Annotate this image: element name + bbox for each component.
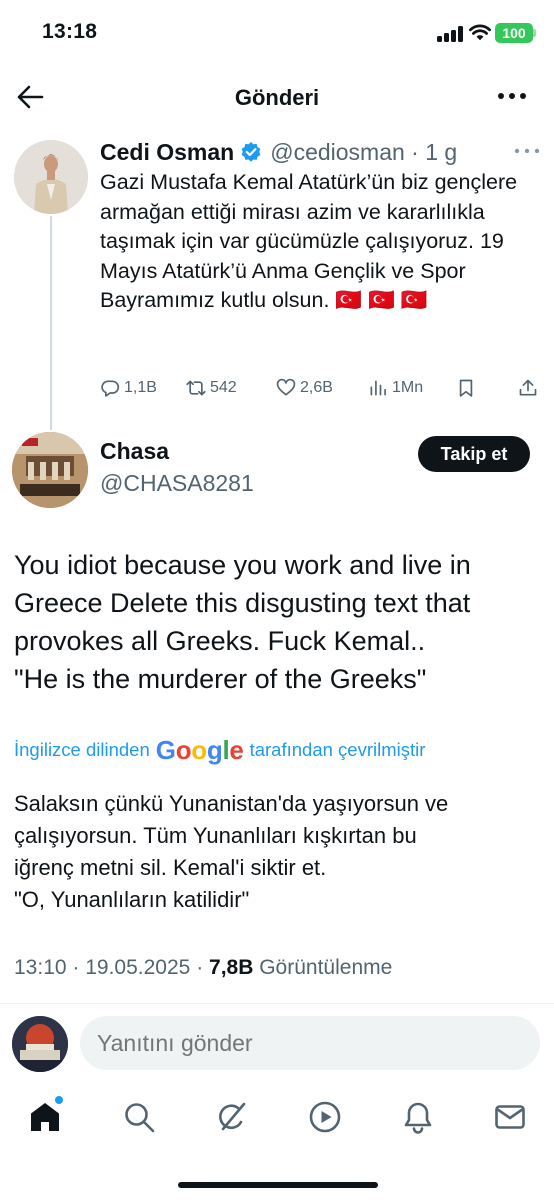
translated-text: Salaksın çünkü Yunanistan'da yaşıyorsun … (14, 788, 544, 916)
follow-button[interactable]: Takip et (418, 436, 530, 472)
current-user-avatar[interactable] (12, 1016, 68, 1072)
home-icon (31, 1103, 59, 1131)
tweet-header: Cedi Osman @cediosman · 1 g (100, 136, 457, 168)
top-nav: Gönderi (0, 66, 554, 128)
tweet-more-icon[interactable] (514, 146, 540, 156)
cellular-signal-icon (437, 26, 463, 42)
bottom-tab-bar (0, 1086, 554, 1150)
like-count: 2,6B (300, 379, 333, 396)
video-icon (309, 1101, 341, 1133)
bookmark-button[interactable] (456, 374, 480, 402)
search-icon (125, 1103, 155, 1133)
home-indicator (178, 1182, 378, 1188)
tab-messages[interactable] (493, 1100, 527, 1134)
share-icon (519, 379, 537, 396)
thread-connector (50, 216, 52, 430)
tweet-text: Gazi Mustafa Kemal Atatürk’ün biz gençle… (100, 170, 518, 312)
battery-indicator: 100 (495, 23, 533, 43)
author-handle[interactable]: @cediosman (270, 139, 405, 166)
reply-button[interactable]: 1,1B (100, 374, 157, 402)
page-title: Gönderi (234, 85, 320, 110)
views-count: 1Mn (392, 379, 424, 396)
reply-author-avatar[interactable] (12, 432, 88, 508)
views-chart-icon (370, 380, 386, 396)
heart-icon (276, 378, 296, 396)
retweet-icon (186, 380, 206, 396)
home-notification-dot (55, 1096, 63, 1104)
reply-author-name[interactable]: Chasa (100, 438, 169, 465)
translated-text-line: çalışıyorsun. Tüm Yunanlıları kışkırtan … (14, 823, 417, 848)
post-views-label: Görüntülenme (259, 956, 393, 979)
grok-icon (219, 1102, 246, 1131)
divider (0, 1003, 554, 1004)
bookmark-icon (459, 379, 473, 397)
author-avatar[interactable] (14, 140, 88, 214)
more-options-icon[interactable] (496, 86, 528, 106)
reply-composer-input[interactable] (80, 1016, 540, 1070)
post-date: 19.05.2025 (85, 956, 191, 979)
post-views-count[interactable]: 7,8B (209, 956, 253, 979)
google-logo: Google (155, 734, 244, 765)
reply-count: 1,1B (124, 379, 157, 396)
status-time: 13:18 (42, 20, 98, 43)
tab-video[interactable] (308, 1100, 342, 1134)
reply-author-handle[interactable]: @CHASA8281 (100, 470, 254, 497)
like-button[interactable]: 2,6B (276, 374, 333, 402)
reply-text-line: provokes all Greeks. Fuck Kemal.. (14, 626, 426, 656)
tab-grok[interactable] (214, 1100, 248, 1134)
reply-text-line: You idiot because you work and live in (14, 550, 471, 580)
reply-icon (101, 380, 120, 397)
tweet-age: 1 g (425, 138, 458, 165)
share-button[interactable] (518, 374, 542, 402)
verified-badge-icon (241, 142, 261, 162)
reply-text: You idiot because you work and live in G… (14, 546, 544, 698)
retweet-count: 542 (210, 379, 237, 396)
tab-search[interactable] (122, 1100, 156, 1134)
notifications-icon (404, 1102, 432, 1134)
reply-text-line: Greece Delete this disgusting text that (14, 588, 471, 618)
retweet-button[interactable]: 542 (186, 374, 237, 402)
tweet-actions: 1,1B 542 2,6B 1Mn (100, 374, 540, 402)
views-button[interactable]: 1Mn (368, 374, 423, 402)
wifi-icon (469, 24, 491, 41)
reply-text-line: "He is the murderer of the Greeks" (14, 664, 427, 694)
translated-text-line: "O, Yunanlıların katilidir" (14, 887, 250, 912)
tab-home[interactable] (28, 1100, 62, 1134)
translated-text-line: Salaksın çünkü Yunanistan'da yaşıyorsun … (14, 791, 449, 816)
messages-icon (495, 1105, 525, 1129)
translated-text-line: iğrenç metni sil. Kemal'i siktir et. (14, 855, 327, 880)
post-time: 13:10 (14, 956, 67, 979)
translate-source-label: İngilizce dilinden (14, 739, 150, 760)
battery-tip (533, 29, 536, 37)
meta-separator: · (196, 956, 210, 979)
post-metadata: 13:10 · 19.05.2025 · 7,8B Görüntülenme (14, 956, 392, 980)
translation-attribution[interactable]: İngilizce dilinden Google tarafından çev… (14, 734, 544, 766)
tab-notifications[interactable] (401, 1100, 435, 1134)
meta-separator: · (72, 956, 86, 979)
separator-dot: · (404, 138, 426, 165)
status-bar: 13:18 100 (0, 0, 554, 66)
translate-engine-label: tarafından çevrilmiştir (249, 739, 426, 760)
author-name[interactable]: Cedi Osman (100, 139, 234, 166)
